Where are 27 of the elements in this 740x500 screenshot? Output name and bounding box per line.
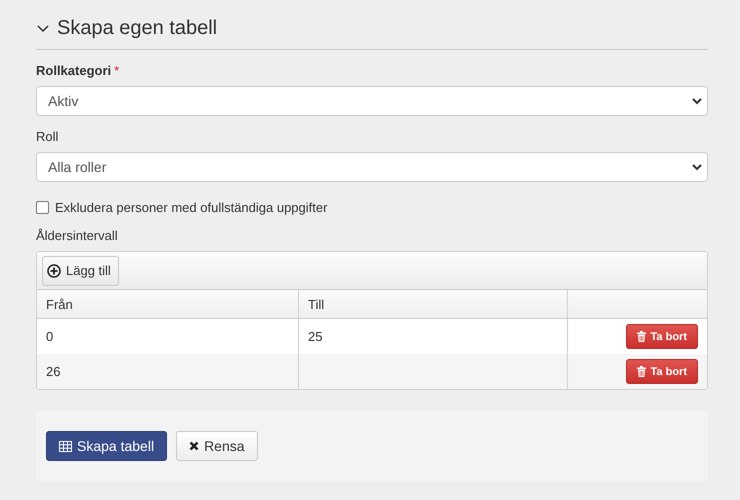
checkbox-label: Exkludera personer med ofullständiga uppgifter (55, 200, 328, 215)
remove-button[interactable]: Ta bort (626, 324, 698, 349)
table-cell: 0 (46, 329, 54, 344)
section-title: Skapa egen tabell (57, 17, 218, 40)
field-label: Åldersintervall (36, 228, 118, 243)
checkbox[interactable] (36, 201, 49, 214)
table-cell: 25 (308, 329, 322, 344)
caret-icon (692, 98, 702, 104)
field-label: Rollkategori (36, 63, 112, 78)
add-button[interactable]: Lägg till (42, 256, 119, 286)
clear-button[interactable]: Rensa (176, 431, 258, 461)
close-icon (189, 441, 200, 451)
caret-icon (692, 164, 702, 170)
trash-icon (636, 331, 646, 342)
create-table-button[interactable]: Skapa tabell (46, 431, 168, 461)
remove-button[interactable]: Ta bort (626, 359, 698, 384)
table-cell: 26 (46, 364, 60, 379)
trash-icon (636, 366, 646, 377)
column-header: Till (298, 290, 568, 318)
dropdown[interactable]: Alla roller (36, 152, 708, 182)
plus-circle-icon (47, 264, 61, 278)
column-header: Från (37, 290, 298, 318)
field-label: Roll (36, 129, 58, 144)
chevron-icon[interactable] (37, 23, 49, 34)
dropdown[interactable]: Aktiv (36, 86, 708, 116)
table-icon (59, 440, 72, 452)
required-mark: * (114, 63, 120, 78)
